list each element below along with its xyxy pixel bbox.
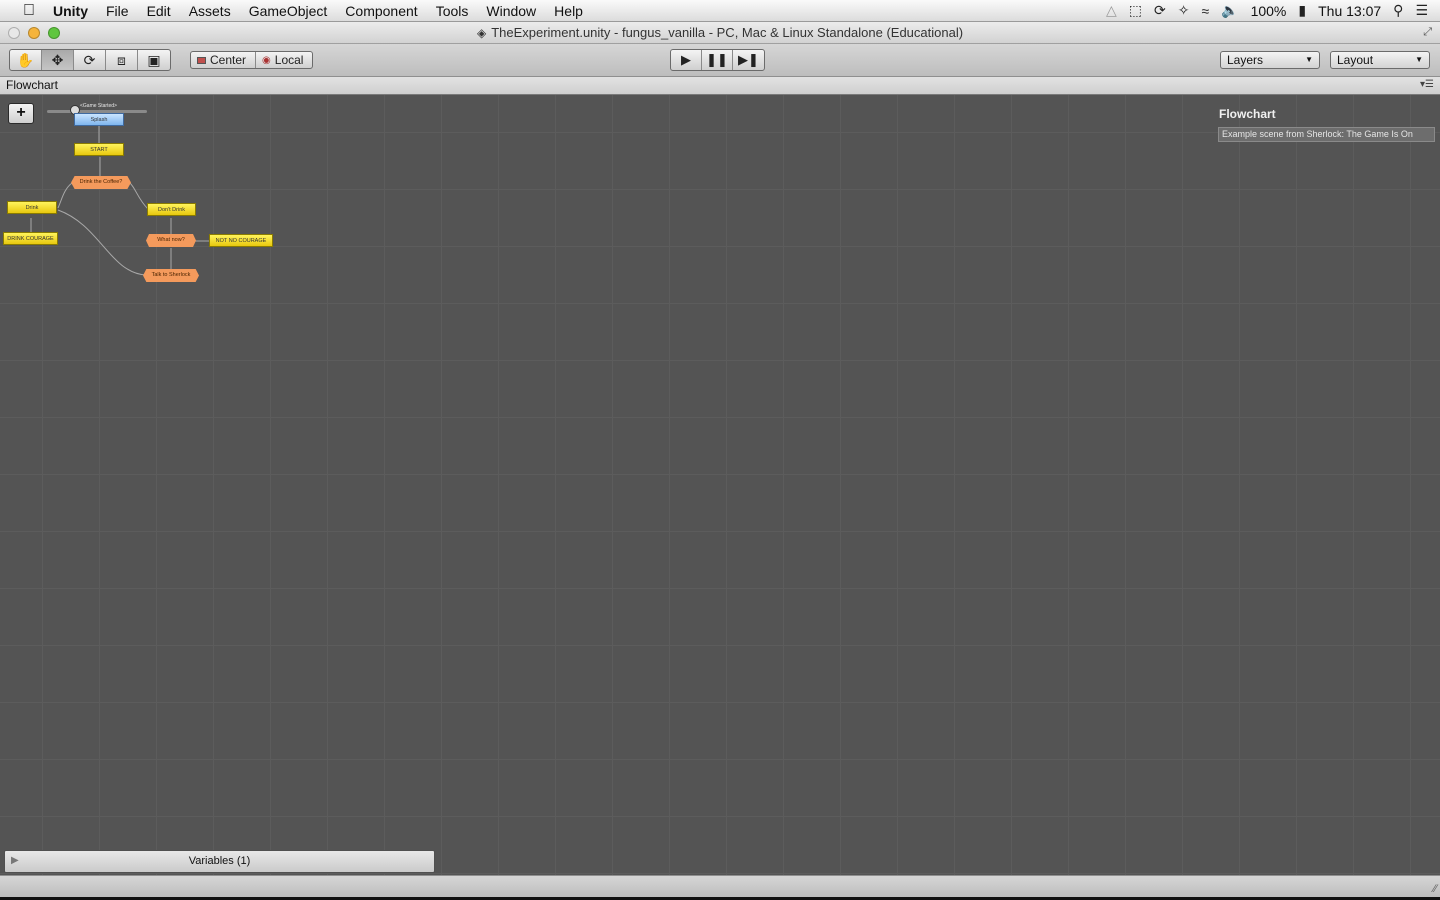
battery-icon[interactable]: ▮ xyxy=(1298,2,1306,19)
layout-label: Layout xyxy=(1337,53,1374,67)
menu-app-unity[interactable]: Unity xyxy=(44,0,97,22)
bluetooth-icon[interactable]: ✧ xyxy=(1178,2,1190,19)
scale-tool-icon[interactable]: ⧈ xyxy=(106,50,138,70)
fullscreen-icon[interactable]: ⤢ xyxy=(1423,26,1432,39)
connection-lines xyxy=(30,126,209,276)
playback-controls: ▶ ❚❚ ▶❚ xyxy=(670,49,765,71)
menu-help[interactable]: Help xyxy=(545,0,592,22)
variables-panel[interactable]: ▶ Variables (1) xyxy=(4,850,435,873)
menu-gameobject[interactable]: GameObject xyxy=(240,0,337,22)
tab-flowchart[interactable]: Flowchart xyxy=(6,78,58,92)
transform-tools: ✋ ✥ ⟳ ⧈ ▣ xyxy=(9,49,171,71)
hand-tool-icon[interactable]: ✋ xyxy=(10,50,42,70)
variables-label: Variables (1) xyxy=(188,855,251,867)
volume-icon[interactable]: 🔈 xyxy=(1221,2,1238,19)
layout-dropdown[interactable]: Layout ▼ xyxy=(1330,51,1430,69)
drive-icon[interactable]: △ xyxy=(1106,2,1117,19)
window-title-text: TheExperiment.unity - fungus_vanilla - P… xyxy=(491,25,964,40)
window-controls xyxy=(8,27,60,39)
flowchart-tab-bar: Flowchart ▾☰ xyxy=(0,77,1440,95)
block-start[interactable]: START xyxy=(74,143,124,156)
status-bar: ∕∕ xyxy=(0,875,1440,897)
block-what-now[interactable]: What now? xyxy=(146,234,196,247)
block-drink-courage[interactable]: DRINK COURAGE xyxy=(3,232,58,245)
menu-tools[interactable]: Tools xyxy=(427,0,478,22)
window-title-bar: ◈ TheExperiment.unity - fungus_vanilla -… xyxy=(0,22,1440,44)
pivot-local-button[interactable]: ◉ Local xyxy=(256,52,312,68)
spotlight-search-icon[interactable]: ⚲ xyxy=(1393,2,1403,19)
notification-center-icon[interactable]: ☰ xyxy=(1415,2,1428,19)
block-not-no-courage[interactable]: NOT NO COURAGE xyxy=(209,234,273,247)
minimize-window-button[interactable] xyxy=(28,27,40,39)
chevron-down-icon: ▼ xyxy=(1415,55,1423,64)
pivot-local-label: Local xyxy=(274,53,304,67)
menu-file[interactable]: File xyxy=(97,0,138,22)
screen-capture-icon[interactable]: ⬚ xyxy=(1129,2,1142,19)
battery-percent[interactable]: 100% xyxy=(1251,3,1287,19)
layers-label: Layers xyxy=(1227,53,1264,67)
block-drink[interactable]: Drink xyxy=(7,201,57,214)
pivot-toggles: Center ◉ Local xyxy=(190,51,314,69)
clock[interactable]: Thu 13:07 xyxy=(1318,3,1381,19)
flowchart-description-title: Flowchart xyxy=(1219,107,1276,121)
status-area: △ ⬚ ⟳ ✧ ≈ 🔈 100% ▮ Thu 13:07 ⚲ ☰ xyxy=(1106,2,1440,19)
unity-toolbar: ✋ ✥ ⟳ ⧈ ▣ Center ◉ Local ▶ ❚❚ ▶❚ Layers … xyxy=(0,44,1440,77)
unity-document-icon: ◈ xyxy=(476,25,487,40)
pivot-center-label: Center xyxy=(210,53,247,67)
play-icon[interactable]: ▶ xyxy=(671,50,702,70)
pivot-center-button[interactable]: Center xyxy=(191,52,257,68)
flowchart-canvas[interactable]: + <Game Started> Splash START Drink the … xyxy=(0,95,1440,875)
menu-window[interactable]: Window xyxy=(477,0,545,22)
pause-icon[interactable]: ❚❚ xyxy=(702,50,733,70)
step-icon[interactable]: ▶❚ xyxy=(733,50,764,70)
zoom-window-button[interactable] xyxy=(48,27,60,39)
window-title: ◈ TheExperiment.unity - fungus_vanilla -… xyxy=(477,25,963,40)
menu-edit[interactable]: Edit xyxy=(138,0,180,22)
menu-component[interactable]: Component xyxy=(336,0,426,22)
resize-grip-icon[interactable]: ∕∕ xyxy=(1433,883,1437,895)
block-dont-drink[interactable]: Don't Drink xyxy=(147,203,196,216)
block-splash[interactable]: Splash xyxy=(74,113,124,126)
center-pivot-icon xyxy=(197,56,206,64)
tab-menu-icon[interactable]: ▾☰ xyxy=(1420,79,1434,90)
close-window-button[interactable] xyxy=(8,27,20,39)
menu-bar:  Unity File Edit Assets GameObject Comp… xyxy=(0,0,1440,22)
rect-tool-icon[interactable]: ▣ xyxy=(138,50,170,70)
local-cube-icon: ◉ xyxy=(262,54,271,66)
block-talk-to-sherlock[interactable]: Talk to Sherlock xyxy=(143,269,199,282)
apple-icon[interactable]:  xyxy=(14,2,44,20)
menu-assets[interactable]: Assets xyxy=(180,0,240,22)
time-machine-icon[interactable]: ⟳ xyxy=(1154,2,1166,19)
layers-dropdown[interactable]: Layers ▼ xyxy=(1220,51,1320,69)
event-label: <Game Started> xyxy=(80,103,117,109)
add-block-button[interactable]: + xyxy=(8,103,34,124)
flowchart-description-field[interactable]: Example scene from Sherlock: The Game Is… xyxy=(1218,127,1435,142)
chevron-down-icon: ▼ xyxy=(1305,55,1313,64)
rotate-tool-icon[interactable]: ⟳ xyxy=(74,50,106,70)
move-tool-icon[interactable]: ✥ xyxy=(42,50,74,70)
block-drink-the-coffee[interactable]: Drink the Coffee? xyxy=(71,176,131,189)
wifi-icon[interactable]: ≈ xyxy=(1201,3,1209,19)
